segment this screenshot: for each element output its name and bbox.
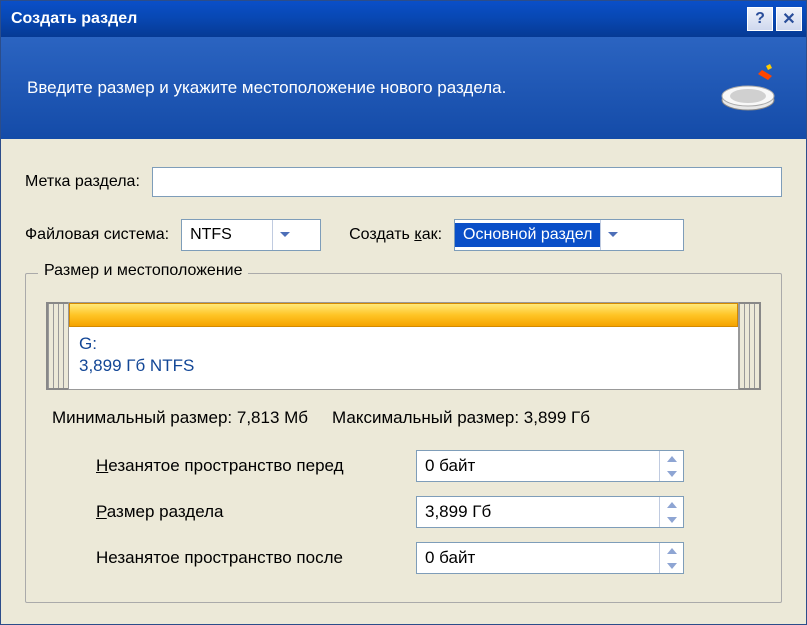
space-after-label: Незанятое пространство после [96, 548, 416, 568]
partition-drive: G: [79, 333, 728, 355]
help-icon: ? [755, 10, 765, 28]
partition-desc: 3,899 Гб NTFS [79, 355, 728, 377]
min-size: Минимальный размер: 7,813 Мб [52, 408, 308, 428]
partition-label-label: Метка раздела: [25, 173, 140, 191]
chevron-down-icon [272, 220, 296, 250]
partition-size-value: 3,899 Гб [417, 497, 659, 527]
window-title: Создать раздел [11, 10, 747, 28]
space-before-value: 0 байт [417, 451, 659, 481]
space-after-value: 0 байт [417, 543, 659, 573]
create-as-value: Основной раздел [455, 223, 600, 247]
disk-icon [720, 62, 780, 114]
titlebar: Создать раздел ? ✕ [1, 1, 806, 37]
partition-bar [69, 303, 738, 327]
spinner-down-icon[interactable] [660, 512, 683, 527]
content: Метка раздела: Файловая система: NTFS Со… [1, 139, 806, 613]
spinner-up-icon[interactable] [660, 497, 683, 512]
close-button[interactable]: ✕ [776, 7, 802, 31]
help-button[interactable]: ? [747, 7, 773, 31]
spinner-up-icon[interactable] [660, 543, 683, 558]
create-as-label: Создать как: [349, 226, 442, 244]
slider-handle-right[interactable] [739, 302, 761, 390]
banner-text: Введите размер и укажите местоположение … [27, 78, 720, 98]
groupbox-title: Размер и местоположение [38, 262, 248, 280]
partition-size-label: Размер раздела [96, 502, 416, 522]
filesystem-value: NTFS [182, 223, 272, 247]
banner: Введите размер и укажите местоположение … [1, 37, 806, 139]
spinner-down-icon[interactable] [660, 466, 683, 481]
spinner-up-icon[interactable] [660, 451, 683, 466]
partition-label-input[interactable] [152, 167, 782, 197]
size-location-group: Размер и местоположение G: 3,899 Гб NTFS… [25, 273, 782, 603]
create-partition-dialog: Создать раздел ? ✕ Введите размер и укаж… [0, 0, 807, 625]
partition-size-input[interactable]: 3,899 Гб [416, 496, 684, 528]
create-as-select[interactable]: Основной раздел [454, 219, 684, 251]
space-after-input[interactable]: 0 байт [416, 542, 684, 574]
partition-info: G: 3,899 Гб NTFS [69, 327, 738, 389]
space-before-label: Незанятое пространство перед [96, 456, 416, 476]
spinner-down-icon[interactable] [660, 558, 683, 573]
partition-body: G: 3,899 Гб NTFS [68, 302, 739, 390]
space-before-input[interactable]: 0 байт [416, 450, 684, 482]
filesystem-select[interactable]: NTFS [181, 219, 321, 251]
slider-handle-left[interactable] [46, 302, 68, 390]
partition-slider[interactable]: G: 3,899 Гб NTFS [46, 302, 761, 390]
close-icon: ✕ [782, 9, 795, 29]
chevron-down-icon [600, 220, 624, 250]
max-size: Максимальный размер: 3,899 Гб [332, 408, 590, 428]
filesystem-label: Файловая система: [25, 226, 169, 244]
